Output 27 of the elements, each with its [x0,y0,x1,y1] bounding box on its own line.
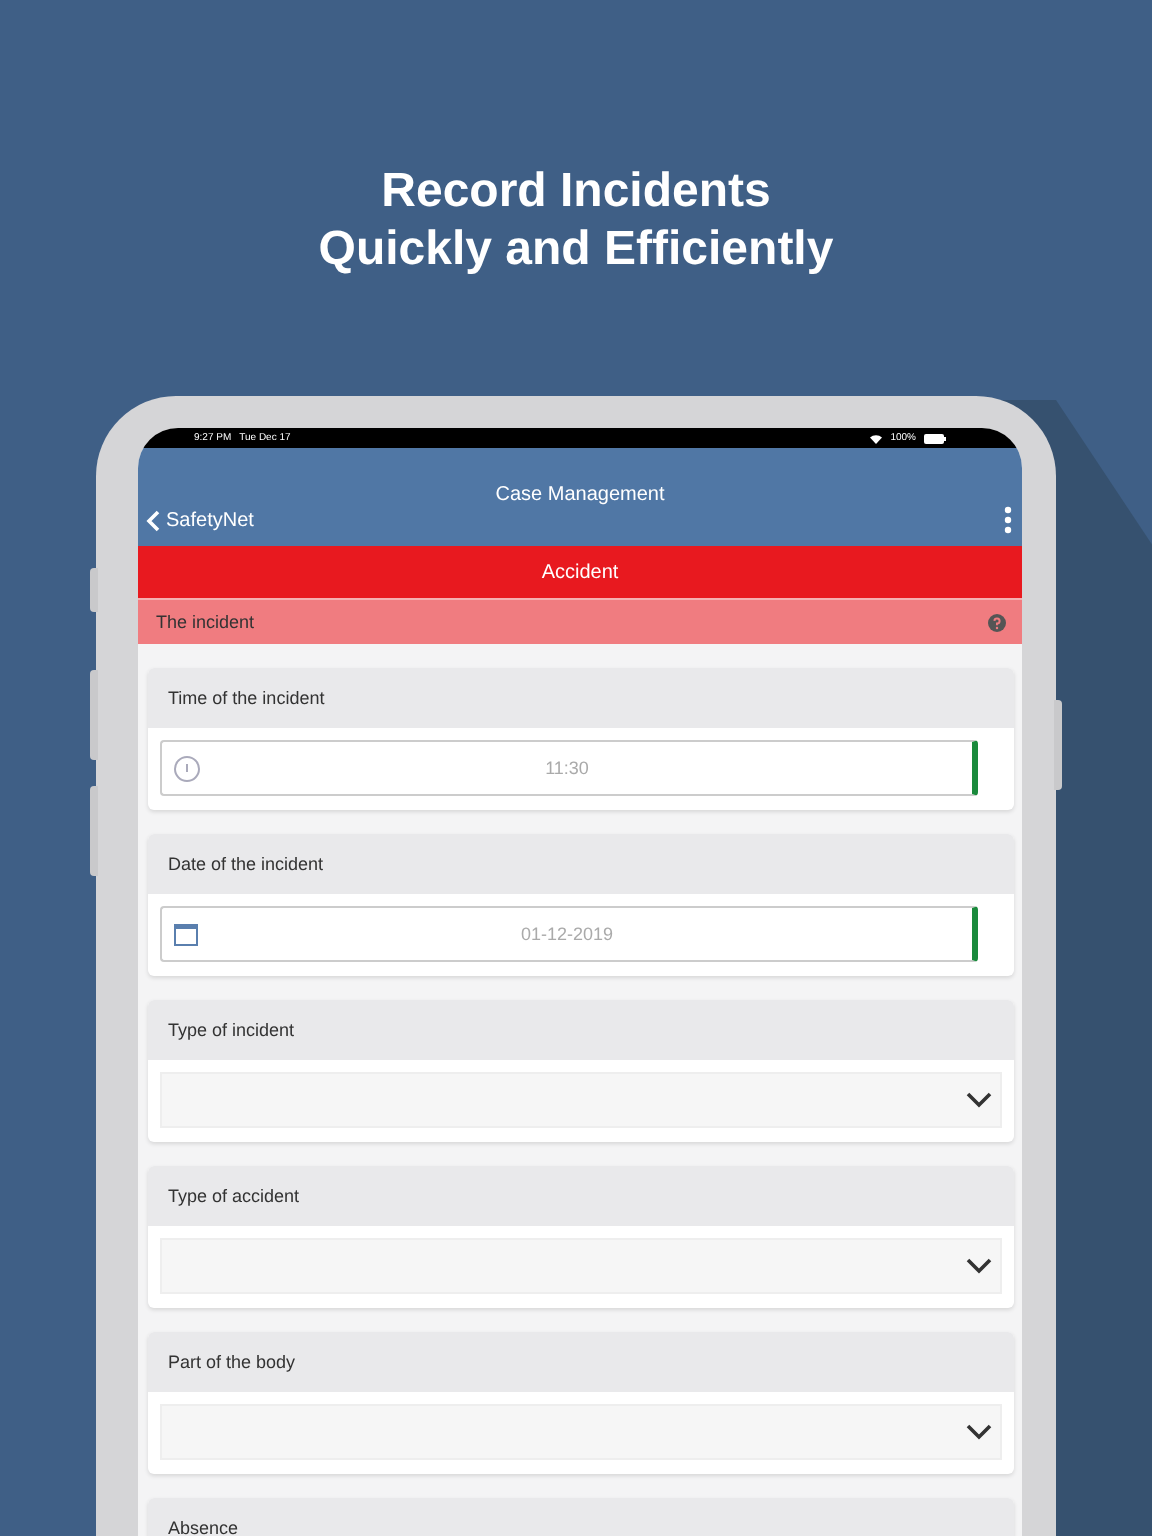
form-title: Accident [541,561,619,583]
field-label: Type of incident [168,1020,295,1040]
field-label: Date of the incident [168,854,324,874]
clock-icon [174,755,200,781]
battery-icon [924,433,946,443]
more-icon[interactable] [1004,506,1012,534]
input-field[interactable]: 01-12-2019 [160,906,978,962]
headline: Record Incidents [379,162,773,220]
dropdown-field[interactable] [160,1072,1002,1128]
input-field[interactable]: 11:30 [160,740,978,796]
section-title: The incident [156,612,255,632]
dropdown-field[interactable] [160,1238,1002,1294]
help-icon[interactable] [988,613,1006,631]
field-label: Absence [168,1518,239,1536]
field-label: Time of the incident [168,688,325,708]
field-label: Type of accident [168,1186,300,1206]
chevron-down-icon [966,1092,992,1108]
calendar-icon [174,923,198,945]
wifi-icon [870,433,883,443]
chevron-down-icon [966,1258,992,1274]
dropdown-field[interactable] [160,1404,1002,1460]
chevron-down-icon [966,1424,992,1440]
back-chevron-icon [146,509,160,531]
back-link[interactable]: SafetyNet [146,509,254,531]
field-label: Part of the body [168,1352,296,1372]
headline: Quickly and Efficiently [316,220,836,278]
screen-title: Case Management [493,484,667,506]
